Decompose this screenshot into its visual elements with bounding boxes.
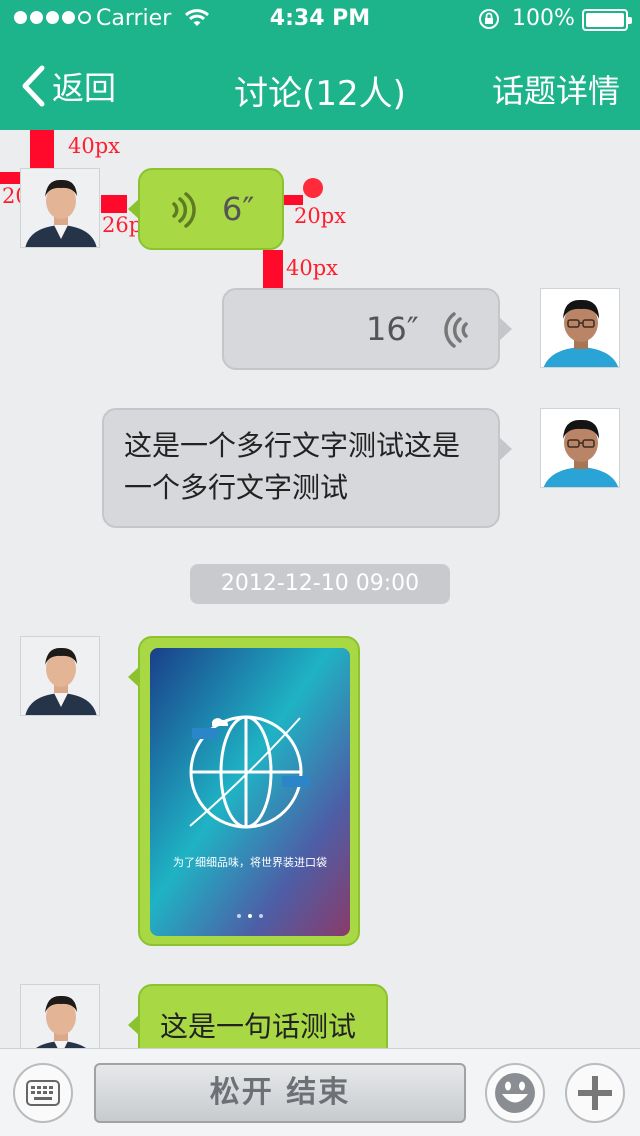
rotation-lock-icon: [477, 8, 501, 36]
unread-dot: [303, 178, 323, 198]
spacing-label: 40px: [68, 134, 121, 158]
more-options-button[interactable]: [565, 1063, 625, 1123]
spacing-marker: [101, 195, 127, 213]
emoji-button[interactable]: [485, 1063, 545, 1123]
spacing-label: 20px: [294, 204, 347, 228]
battery-icon: [582, 9, 632, 31]
text-message-bubble[interactable]: 这是一个多行文字测试这是 一个多行文字测试: [102, 408, 500, 528]
spacing-marker: [263, 250, 283, 288]
message-text-line: 这是一句话测试: [160, 1010, 357, 1043]
spacing-marker: [0, 172, 20, 184]
voice-duration: 6″: [222, 190, 255, 228]
avatar[interactable]: [20, 636, 100, 716]
bubble-tail: [500, 318, 512, 340]
image-message-bubble[interactable]: 为了细细品味，将世界装进口袋: [138, 636, 360, 946]
voice-wave-icon: [172, 192, 196, 228]
image-caption: 为了细细品味，将世界装进口袋: [173, 855, 327, 869]
battery-percent: 100%: [512, 6, 575, 31]
message-text-line: 这是一个多行文字测试这是: [124, 429, 461, 462]
spacing-label: 40px: [286, 256, 339, 280]
voice-wave-icon: [444, 312, 468, 348]
input-bar: 松开 结束: [0, 1048, 640, 1136]
timestamp-badge: 2012-12-10 09:00: [190, 564, 450, 604]
voice-message-bubble[interactable]: 16″: [222, 288, 500, 370]
avatar[interactable]: [540, 408, 620, 488]
top-bar: Carrier 4:34 PM 100% 返回 讨论(12人) 话题详情: [0, 0, 640, 130]
avatar[interactable]: [20, 168, 100, 248]
shared-image[interactable]: 为了细细品味，将世界装进口袋: [150, 648, 350, 936]
spacing-marker: [30, 130, 54, 168]
plus-icon: [578, 1076, 612, 1110]
keyboard-toggle-button[interactable]: [13, 1063, 73, 1123]
avatar[interactable]: [540, 288, 620, 368]
message-text-line: 一个多行文字测试: [124, 471, 349, 504]
bubble-tail: [500, 438, 512, 460]
voice-message-bubble[interactable]: 6″: [138, 168, 284, 250]
topic-details-button[interactable]: 话题详情: [492, 66, 620, 112]
keyboard-icon: [26, 1080, 60, 1106]
voice-duration: 16″: [366, 310, 419, 348]
hold-to-talk-button[interactable]: 松开 结束: [94, 1063, 466, 1123]
smiley-icon: [495, 1073, 535, 1113]
status-bar: Carrier 4:34 PM 100%: [0, 0, 640, 40]
